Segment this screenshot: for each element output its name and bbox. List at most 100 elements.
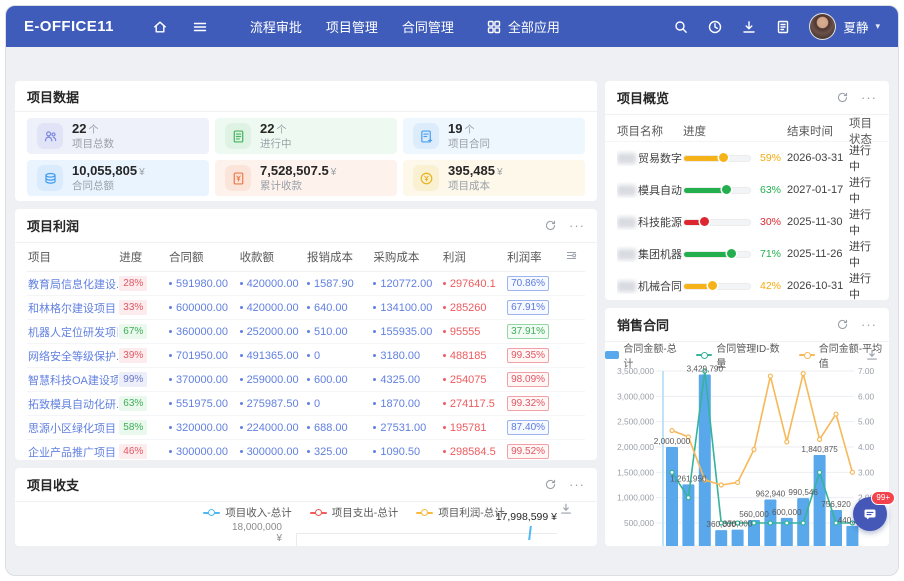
value: 1587.90 <box>307 278 354 290</box>
redacted-text <box>617 185 636 196</box>
stat-label: 项目合同 <box>448 138 490 151</box>
project-link[interactable]: 拓致模具自动化研... <box>28 399 118 411</box>
data-point-label: 17,998,599 ¥ <box>496 511 557 523</box>
cell-reimburse: 510.00 <box>306 320 372 344</box>
chart-download-icon[interactable] <box>559 502 573 521</box>
cell-project: 拓致模具自动化研... <box>27 392 118 416</box>
project-name[interactable]: 机械合同... <box>617 278 683 294</box>
more-icon[interactable]: ··· <box>569 480 585 490</box>
cell-reimburse: 0 <box>306 344 372 368</box>
more-icon[interactable]: ··· <box>861 93 877 103</box>
nav-item-projects[interactable]: 项目管理 <box>326 17 378 36</box>
left-column: 项目数据 22个项目总数22个进行中19个项目合同10,055,805¥合同总额… <box>15 81 597 546</box>
y-axis-line <box>296 533 297 546</box>
balance-chart[interactable]: 项目收入-总计 项目支出-总计 项目利润-总计 <box>15 502 597 546</box>
stat-label: 累计收款 <box>260 180 336 193</box>
stat-card[interactable]: 7,528,507.5¥累计收款 <box>215 160 397 196</box>
clock-icon[interactable] <box>707 19 723 35</box>
overview-table-header: 项目名称 进度 结束时间 项目状态 <box>605 115 889 142</box>
user-name: 夏静 <box>843 17 868 36</box>
panel-title: 项目概览 <box>617 88 669 107</box>
project-name[interactable]: 集团机器... <box>617 246 683 262</box>
project-link[interactable]: 机器人定位研发项目 <box>28 327 118 339</box>
table-row: 集团机器...71%2025-11-26进行中 <box>605 238 889 270</box>
home-icon[interactable] <box>152 19 168 35</box>
overview-rows: 贸易数字...59%2026-03-31进行中模具自动...63%2027-01… <box>605 142 889 300</box>
sales-chart[interactable]: 3,500,0007.003,000,0006.002,500,0005.002… <box>605 364 889 546</box>
chat-fab-button[interactable]: 99+ <box>853 497 887 531</box>
user-menu[interactable]: 夏静 ▾ <box>809 13 880 40</box>
nav-item-workflow[interactable]: 流程审批 <box>250 17 302 36</box>
legend-marker <box>605 351 619 359</box>
menu-icon[interactable] <box>192 19 208 35</box>
rate-badge: 99.52% <box>507 444 549 459</box>
rate-badge: 67.91% <box>507 300 549 315</box>
search-icon[interactable] <box>673 19 689 35</box>
value: 370000.00 <box>169 374 228 386</box>
svg-text:3,000,000: 3,000,000 <box>617 391 654 401</box>
col-name: 项目名称 <box>617 123 683 139</box>
cell-progress: 28% <box>118 272 168 296</box>
value: 259000.00 <box>240 374 299 386</box>
redacted-text <box>617 217 636 228</box>
project-name[interactable]: 模具自动... <box>617 182 683 198</box>
download-icon[interactable] <box>741 19 757 35</box>
legend-profit[interactable]: 项目利润-总计 <box>416 505 505 520</box>
panel-header-actions: ··· <box>544 478 585 491</box>
cell-progress: 46% <box>118 440 168 461</box>
svg-text:1,840,875: 1,840,875 <box>801 445 838 454</box>
project-link[interactable]: 思源小区绿化项目 <box>28 423 116 435</box>
refresh-icon[interactable] <box>544 478 557 491</box>
all-apps-button[interactable]: 全部应用 <box>486 17 560 36</box>
panel-project-data: 项目数据 22个项目总数22个进行中19个项目合同10,055,805¥合同总额… <box>15 81 597 201</box>
value: 4325.00 <box>373 374 420 386</box>
cell-project: 思源小区绿化项目 <box>27 416 118 440</box>
column-settings-icon[interactable] <box>564 243 585 272</box>
refresh-icon[interactable] <box>836 318 849 331</box>
value: 274117.5 <box>443 398 495 410</box>
project-link[interactable]: 和林格尔建设项目 <box>28 303 116 315</box>
notes-icon[interactable] <box>775 19 791 35</box>
stat-card[interactable]: 22个进行中 <box>215 118 397 154</box>
project-link[interactable]: 网络安全等级保护... <box>28 351 118 363</box>
stat-label: 合同总额 <box>72 180 145 193</box>
more-icon[interactable]: ··· <box>861 320 877 330</box>
value: 3180.00 <box>373 350 420 362</box>
table-row: 贸易数字...59%2026-03-31进行中 <box>605 142 889 174</box>
navbar-actions: 夏静 ▾ <box>673 13 880 40</box>
project-link[interactable]: 教育局信息化建设... <box>28 279 118 291</box>
project-name[interactable]: 贸易数字... <box>617 150 683 166</box>
more-icon[interactable]: ··· <box>569 221 585 231</box>
stat-card[interactable]: 395,485¥项目成本 <box>403 160 585 196</box>
refresh-icon[interactable] <box>836 91 849 104</box>
legend-expense[interactable]: 项目支出-总计 <box>310 505 399 520</box>
project-link[interactable]: 企业产品推广项目 <box>28 447 116 459</box>
stat-value: 22个 <box>260 121 292 138</box>
legend-income[interactable]: 项目收入-总计 <box>203 505 292 520</box>
svg-text:4.00: 4.00 <box>858 442 875 452</box>
cell-profit: 297640.1 <box>442 272 506 296</box>
value: 488185 <box>443 350 487 362</box>
stat-card[interactable]: 10,055,805¥合同总额 <box>27 160 209 196</box>
progress-fill <box>684 252 731 257</box>
end-date: 2026-10-31 <box>787 280 849 292</box>
project-name[interactable]: 科技能源... <box>617 214 683 230</box>
value: 320000.00 <box>169 422 228 434</box>
cell-empty <box>564 296 585 320</box>
nav-item-contracts[interactable]: 合同管理 <box>402 17 454 36</box>
progress-badge: 46% <box>119 444 147 459</box>
progress-fill <box>684 156 723 161</box>
redacted-text <box>617 249 636 260</box>
value: 420000.00 <box>240 302 299 314</box>
cell-empty <box>564 272 585 296</box>
stat-card[interactable]: 22个项目总数 <box>27 118 209 154</box>
project-name-text: 科技能源... <box>638 214 683 230</box>
progress-bar <box>683 219 751 226</box>
stat-card[interactable]: 19个项目合同 <box>403 118 585 154</box>
project-link[interactable]: 智慧科技OA建设项目 <box>28 375 118 387</box>
cell-contract: 591980.00 <box>168 272 239 296</box>
app-logo[interactable]: E-OFFICE11 <box>24 18 114 35</box>
refresh-icon[interactable] <box>544 219 557 232</box>
cell-progress: 99% <box>118 368 168 392</box>
cell-progress: 67% <box>118 320 168 344</box>
